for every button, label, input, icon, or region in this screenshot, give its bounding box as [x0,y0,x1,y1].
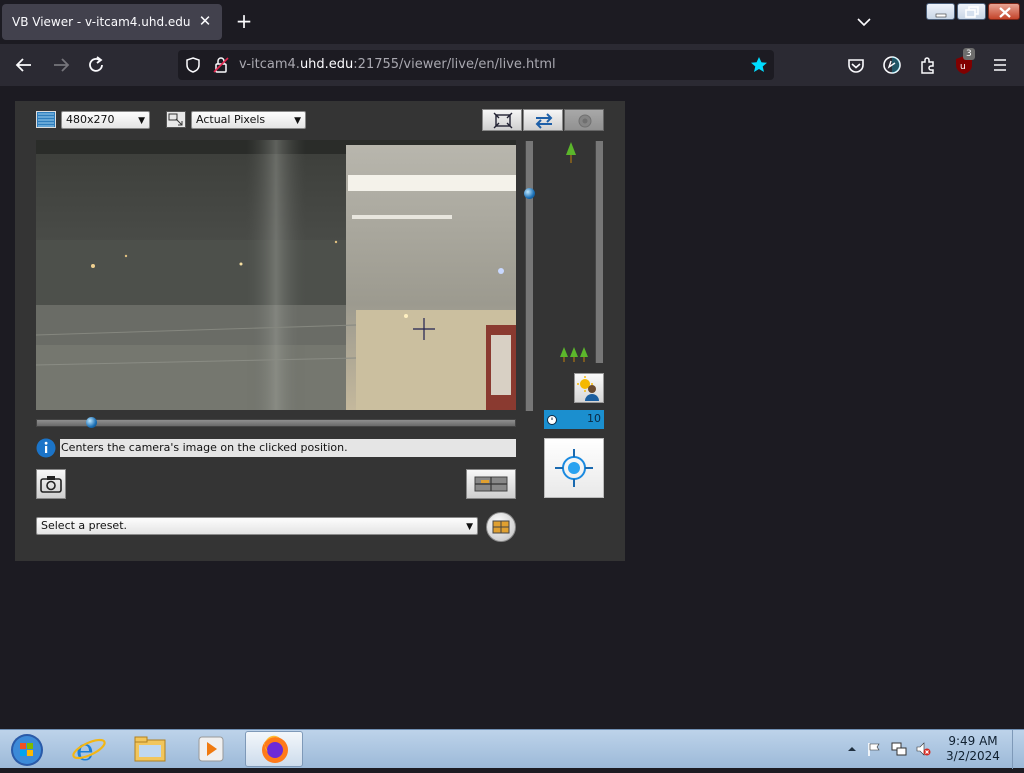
pan-slider-knob[interactable] [86,417,97,428]
ublock-extension-icon[interactable]: u 3 [951,48,977,78]
tilt-slider[interactable] [524,141,535,411]
reload-icon[interactable] [83,52,109,78]
list-all-tabs-chevron-icon[interactable] [852,12,876,32]
snapshot-camera-button[interactable] [36,469,66,499]
page-content: 480x270 ▼ Actual Pixels ▼ 10 Centers the… [0,86,1024,729]
file-explorer-icon[interactable] [121,731,179,767]
browser-tab[interactable]: VB Viewer - v-itcam4.uhd.edu ✕ [2,4,222,40]
extensions-puzzle-icon[interactable] [915,52,941,78]
clock-date: 3/2/2024 [946,749,1000,763]
url-text: v-itcam4.uhd.edu:21755/viewer/live/en/li… [239,57,556,72]
preset-go-button[interactable] [486,512,516,542]
back-arrow-icon[interactable] [11,52,37,78]
clock-icon [546,412,558,429]
display-mode-select[interactable]: Actual Pixels ▼ [191,111,306,129]
window-restore-button[interactable] [957,3,986,20]
display-mode-icon [166,111,186,129]
hamburger-menu-icon[interactable] [987,52,1013,78]
full-screen-button[interactable] [482,109,522,131]
clock-time: 9:49 AM [948,734,998,748]
camera-video-feed[interactable] [36,140,516,410]
navigation-toolbar: v-itcam4.uhd.edu:21755/viewer/live/en/li… [0,44,1024,86]
network-icon[interactable] [891,741,907,757]
info-icon [36,438,56,462]
new-tab-button[interactable]: + [232,10,256,34]
click-to-center-button[interactable] [544,438,604,498]
display-mode-value: Actual Pixels [196,113,266,126]
image-size-value: 480x270 [66,113,115,126]
info-bar: Centers the camera's image on the clicke… [36,438,516,458]
bookmark-star-icon[interactable] [749,55,769,75]
window-close-button[interactable] [988,3,1020,20]
chevron-down-icon: ▼ [466,522,473,532]
svg-text:u: u [960,62,966,72]
tab-close-icon[interactable]: ✕ [196,12,214,30]
window-minimize-button[interactable] [926,3,955,20]
tracking-protection-shield-icon[interactable] [183,55,203,75]
info-message: Centers the camera's image on the clicke… [60,439,516,457]
account-sync-icon[interactable] [879,52,905,78]
action-center-flag-icon[interactable] [866,741,882,757]
image-size-icon [36,111,56,129]
tab-title: VB Viewer - v-itcam4.uhd.edu [12,15,191,29]
firefox-taskbar-icon[interactable] [245,731,303,767]
preset-select[interactable]: Select a preset. ▼ [36,517,478,535]
pan-tilt-button[interactable] [466,469,516,499]
timer-value: 10 [587,412,601,425]
chevron-down-icon: ▼ [138,116,145,126]
chevron-down-icon: ▼ [294,116,301,126]
svg-text:e: e [76,733,94,767]
pocket-icon[interactable] [843,52,869,78]
system-clock[interactable]: 9:49 AM 3/2/2024 [942,734,1004,764]
windows-taskbar: e 9:49 AM 3/2/2024 [0,729,1024,769]
media-player-icon[interactable] [182,731,240,767]
camera-viewer-panel: 480x270 ▼ Actual Pixels ▼ 10 Centers the… [15,101,625,561]
extension-badge-count: 3 [963,48,975,60]
image-size-select[interactable]: 480x270 ▼ [61,111,150,129]
insecure-lock-icon[interactable] [211,55,231,75]
control-timer: 10 [544,410,604,429]
preset-value: Select a preset. [41,519,128,532]
tilt-slider-knob[interactable] [524,188,535,199]
zoom-slider[interactable] [595,141,603,363]
tab-bar: VB Viewer - v-itcam4.uhd.edu ✕ + [0,0,1024,44]
volume-muted-icon[interactable] [915,741,931,757]
zoom-wide-trees-icon [559,345,589,363]
address-bar[interactable]: v-itcam4.uhd.edu:21755/viewer/live/en/li… [178,50,774,80]
pan-slider[interactable] [36,417,516,428]
show-desktop-button[interactable] [1012,730,1024,769]
zoom-tele-tree-icon [563,141,579,165]
forward-arrow-icon[interactable] [48,52,74,78]
camera-control-button[interactable] [564,109,604,131]
start-button-windows-orb-icon[interactable] [0,731,54,767]
show-hidden-icons-chevron-icon[interactable] [844,741,860,757]
switch-direction-button[interactable] [523,109,563,131]
backlight-compensation-button[interactable] [574,373,604,403]
internet-explorer-icon[interactable]: e [60,731,118,768]
